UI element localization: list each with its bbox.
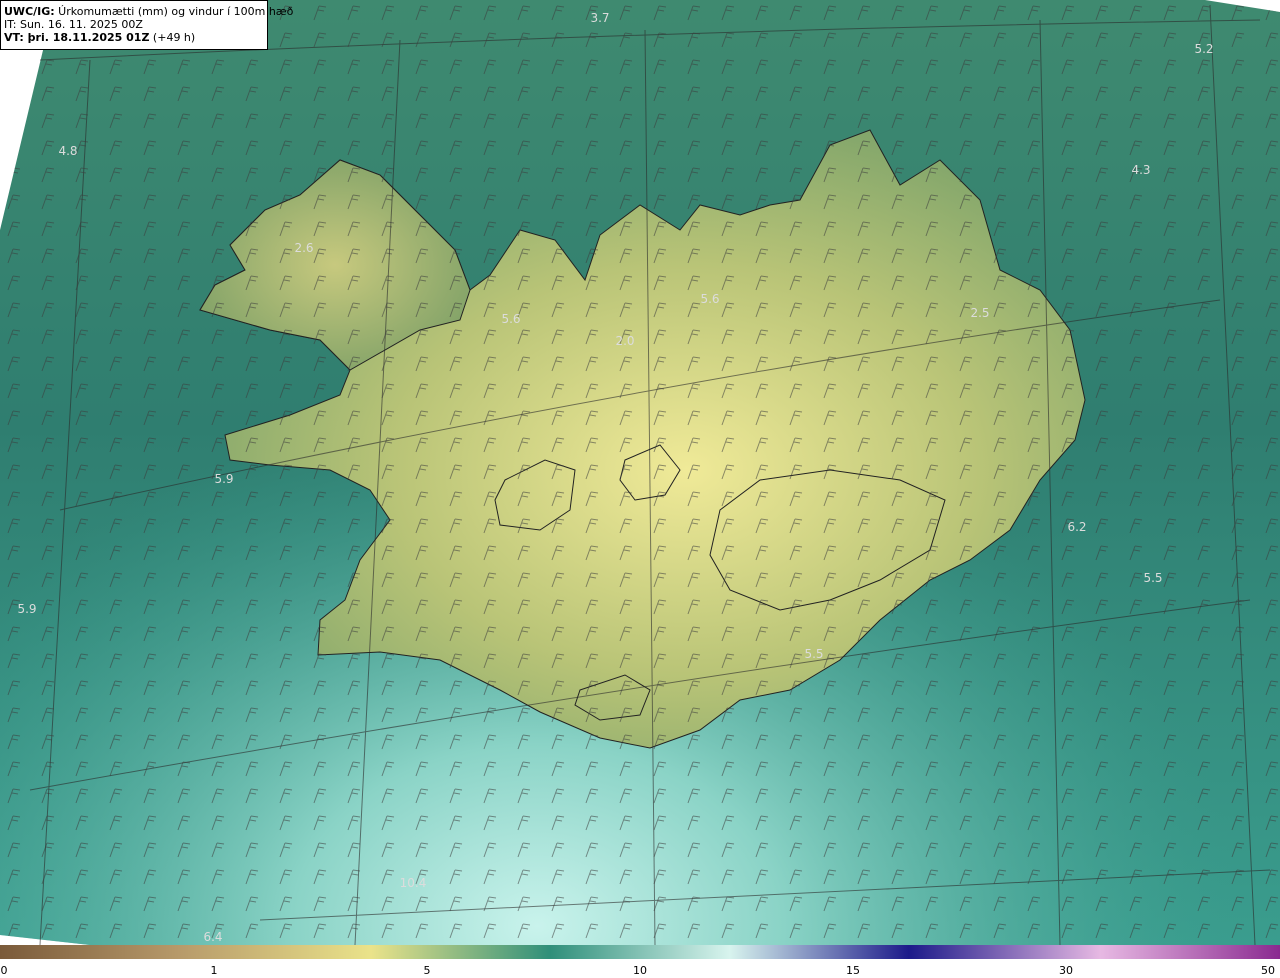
colorbar-tick: 1 (210, 964, 218, 977)
map-info-box: UWC/IG: Úrkomumætti (mm) og vindur í 100… (0, 0, 293, 50)
weather-map (0, 0, 1280, 945)
map-value-label: 5.6 (700, 292, 720, 306)
map-value-label: 5.6 (501, 312, 521, 326)
map-value-label: 5.2 (1194, 42, 1214, 56)
map-value-label: 6.4 (203, 930, 223, 944)
valid-time: VT: þri. 18.11.2025 01Z (4, 31, 150, 44)
map-value-label: 2.0 (615, 334, 635, 348)
forecast-hour: (+49 h) (149, 31, 196, 44)
colorbar-tick: 50 (1261, 964, 1275, 977)
colorbar-tick: 30 (1059, 964, 1073, 977)
map-value-label: 4.8 (58, 144, 78, 158)
colorbar-tick: 15 (846, 964, 860, 977)
map-value-label: 2.5 (970, 306, 990, 320)
map-value-label: 5.5 (1143, 571, 1163, 585)
map-value-label: 6.2 (1067, 520, 1087, 534)
map-value-label: 5.5 (804, 647, 824, 661)
initial-time: IT: Sun. 16. 11. 2025 00Z (4, 18, 143, 31)
model-label: UWC/IG: (4, 5, 55, 18)
map-value-label: 5.9 (17, 602, 37, 616)
map-value-label: 4.3 (1131, 163, 1151, 177)
parameter-description: Úrkomumætti (mm) og vindur í 100m hæð (54, 5, 294, 18)
colorbar-tick: 5 (423, 964, 431, 977)
colorbar-tick: 10 (633, 964, 647, 977)
map-value-label: 10.4 (399, 876, 427, 890)
map-value-label: 3.7 (590, 11, 610, 25)
map-value-label: 5.9 (214, 472, 234, 486)
colorbar-strip (0, 945, 1280, 959)
wind-barbs (0, 0, 1280, 945)
colorbar-tick: 0 (0, 964, 8, 977)
map-value-label: 2.6 (294, 241, 314, 255)
colorbar: 0 1 5 10 15 30 50 (0, 945, 1280, 978)
